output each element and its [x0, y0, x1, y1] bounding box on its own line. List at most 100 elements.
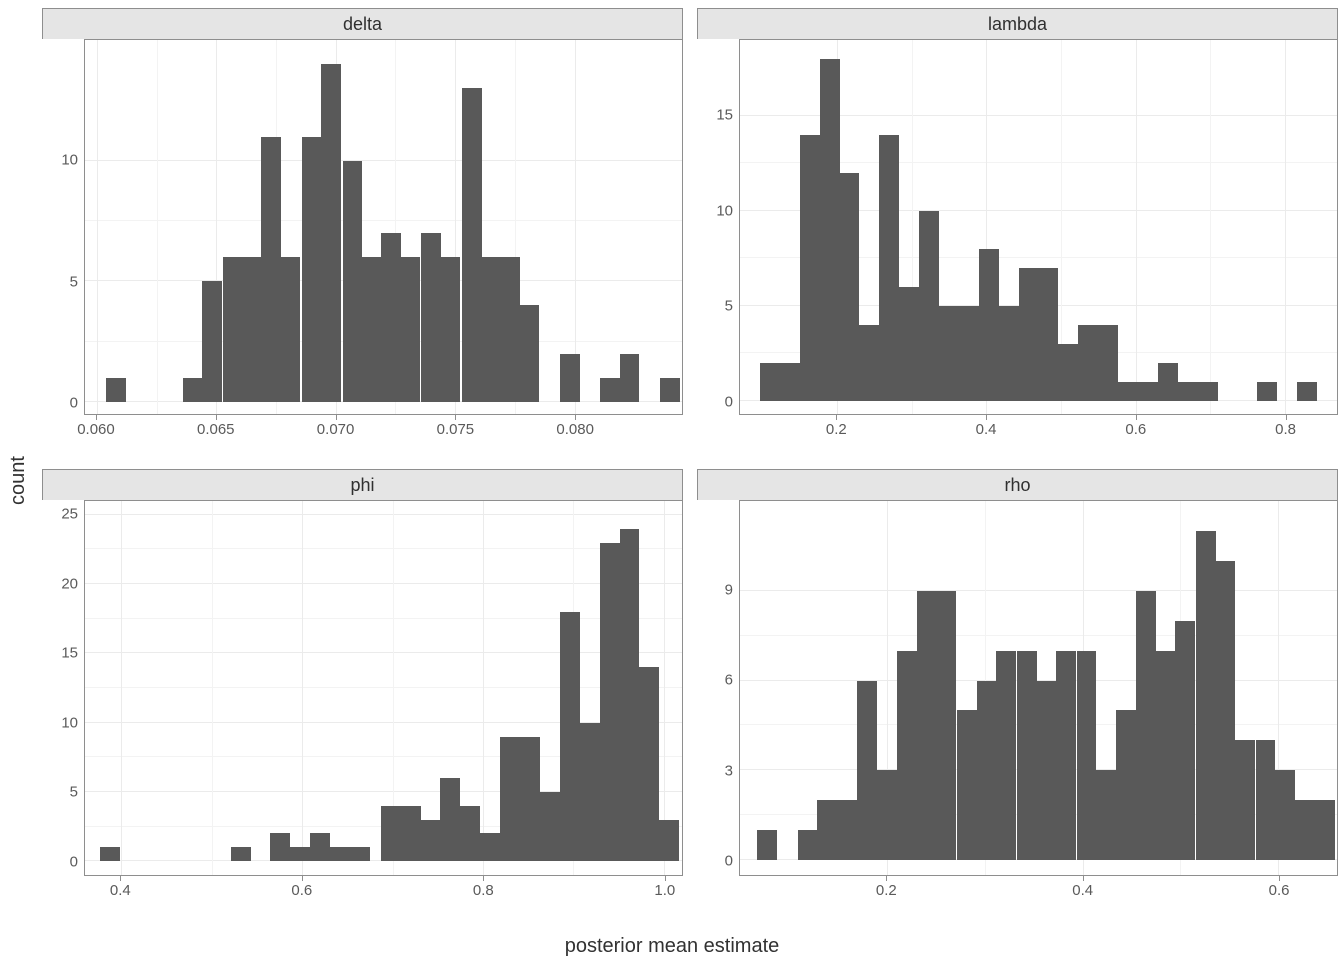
histogram-bar [480, 833, 500, 861]
histogram-bar [780, 363, 800, 401]
x-tick-label: 0.6 [1269, 882, 1290, 899]
histogram-bar [899, 287, 919, 401]
histogram-bar [1056, 651, 1076, 860]
histogram-bar [1198, 382, 1218, 401]
y-tick-label: 20 [61, 575, 78, 592]
x-tick-label: 1.0 [654, 882, 675, 899]
histogram-bar [580, 723, 600, 862]
histogram-bar [540, 792, 560, 861]
histogram-bar [1235, 740, 1255, 860]
histogram-bar [1315, 800, 1335, 860]
histogram-bar [100, 847, 120, 861]
histogram-bar [957, 710, 977, 860]
facet-panel-delta: delta05100.0600.0650.0700.0750.080 [42, 8, 683, 459]
histogram-bar [897, 651, 917, 860]
histogram-bar [1196, 531, 1216, 860]
histogram-bar [1077, 651, 1097, 860]
histogram-bar [343, 161, 363, 402]
y-tick-label: 15 [61, 645, 78, 662]
histogram-bar [421, 820, 441, 862]
histogram-bar [1036, 681, 1056, 861]
x-axis-title: posterior mean estimate [0, 935, 1344, 958]
histogram-bar [330, 847, 350, 861]
histogram-bar [1058, 344, 1078, 401]
y-tick-label: 25 [61, 505, 78, 522]
histogram-bar [877, 770, 897, 860]
histogram-bar [560, 612, 580, 861]
histogram-bar [1116, 710, 1136, 860]
plot-region [739, 500, 1338, 876]
x-tick-label: 0.060 [77, 421, 115, 438]
histogram-bar [381, 806, 401, 861]
histogram-bar [310, 833, 330, 861]
histogram-bar [659, 820, 679, 862]
facet-strip: delta [42, 8, 683, 39]
histogram-bar [879, 135, 899, 401]
histogram-bar [977, 681, 997, 861]
histogram-bar [1297, 382, 1317, 401]
x-tick-label: 0.065 [197, 421, 235, 438]
facet-grid: delta05100.0600.0650.0700.0750.080lambda… [42, 8, 1338, 920]
histogram-bar [280, 257, 300, 402]
histogram-bar [820, 59, 840, 401]
x-axis: 0.20.40.6 [739, 876, 1338, 920]
histogram-bar [401, 806, 421, 861]
histogram-bar [1158, 363, 1178, 401]
x-axis: 0.0600.0650.0700.0750.080 [84, 415, 683, 459]
histogram-bar [421, 233, 441, 402]
histogram-bar [1275, 770, 1295, 860]
y-tick-label: 10 [61, 152, 78, 169]
histogram-bar [290, 847, 310, 861]
histogram-bar [1019, 268, 1039, 401]
figure: count delta 0 5 10 0.0600.0650.0700.0750.080… [0, 0, 1344, 960]
y-tick-labels: 0510 [42, 39, 84, 415]
y-tick-label: 10 [61, 714, 78, 731]
histogram-bar [242, 257, 262, 402]
histogram-bar [519, 305, 539, 402]
histogram-bar [1156, 651, 1176, 860]
histogram-bar [959, 306, 979, 401]
histogram-bar [757, 830, 777, 860]
histogram-bar [837, 800, 857, 860]
x-tick-label: 0.2 [826, 421, 847, 438]
x-tick-label: 0.2 [876, 882, 897, 899]
x-axis: 0.40.60.81.0 [84, 876, 683, 920]
y-tick-label: 5 [70, 784, 78, 801]
x-tick-label: 0.4 [976, 421, 997, 438]
histogram-bar [270, 833, 290, 861]
histogram-bar [460, 806, 480, 861]
plot-region [84, 39, 683, 415]
histogram-bar [1118, 382, 1138, 401]
histogram-bar [939, 306, 959, 401]
x-tick-label: 0.6 [291, 882, 312, 899]
histogram-bar [440, 257, 460, 402]
y-tick-label: 10 [716, 202, 733, 219]
histogram-bar [183, 378, 203, 402]
histogram-bar [400, 257, 420, 402]
histogram-bar [462, 88, 482, 402]
histogram-bar [1215, 561, 1235, 860]
y-tick-label: 0 [70, 854, 78, 871]
histogram-bar [560, 354, 580, 402]
y-axis-title: count [6, 0, 30, 960]
histogram-bar [1295, 800, 1315, 860]
y-tick-labels: 0 5 10 15 20 25 [42, 500, 84, 876]
histogram-bar [202, 281, 222, 402]
histogram-bar [106, 378, 126, 402]
x-tick-label: 0.080 [556, 421, 594, 438]
histogram-bar [999, 306, 1019, 401]
plot-region [739, 39, 1338, 415]
histogram-bar [857, 681, 877, 861]
histogram-bar [223, 257, 243, 402]
histogram-bar [302, 137, 322, 402]
histogram-bar [798, 830, 818, 860]
histogram-bar [350, 847, 370, 861]
histogram-bar [620, 529, 640, 861]
plot-region [84, 500, 683, 876]
histogram-bar [381, 233, 401, 402]
histogram-bar [660, 378, 680, 402]
histogram-bar [979, 249, 999, 401]
histogram-bar [600, 378, 620, 402]
histogram-bar [500, 257, 520, 402]
y-tick-label: 5 [70, 273, 78, 290]
